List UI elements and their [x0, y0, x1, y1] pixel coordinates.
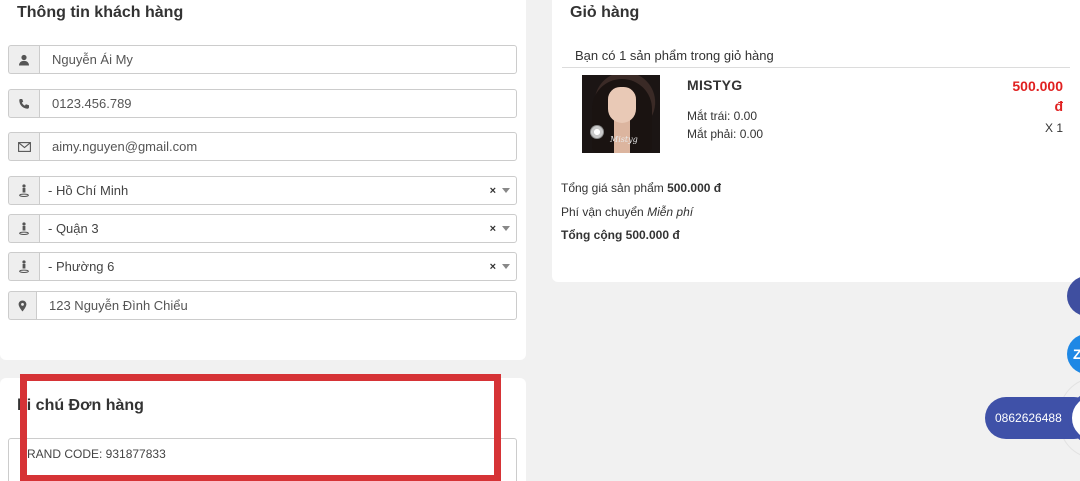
province-value: - Hồ Chí Minh [48, 183, 129, 198]
chevron-down-icon[interactable] [502, 264, 510, 269]
zalo-icon: Z [1073, 346, 1080, 362]
checkout-page: Thông tin khách hàng Nguyễn Ái My 0123.4… [0, 0, 1080, 481]
district-field-group: - Quận 3 × [8, 214, 517, 243]
cart-divider [562, 67, 1070, 68]
street-view-icon [8, 252, 39, 281]
highlight-box [20, 374, 501, 481]
chevron-down-icon[interactable] [502, 188, 510, 193]
product-left-eye: Mắt trái: 0.00 [687, 109, 758, 123]
email-input[interactable]: aimy.nguyen@gmail.com [39, 132, 517, 161]
ward-value: - Phường 6 [48, 259, 115, 274]
name-field-group: Nguyễn Ái My [8, 45, 517, 74]
chevron-down-icon[interactable] [502, 226, 510, 231]
total-line: Tổng cộng 500.000 đ [561, 228, 680, 242]
envelope-icon [8, 132, 39, 161]
phone-icon [8, 89, 39, 118]
customer-info-title: Thông tin khách hàng [17, 4, 184, 21]
street-view-icon [8, 176, 39, 205]
shipping-value: Miễn phí [647, 205, 694, 219]
subtotal-label: Tổng giá sản phẩm [561, 181, 664, 195]
district-value: - Quận 3 [48, 221, 99, 236]
street-view-icon [8, 214, 39, 243]
cart-subtitle: Bạn có 1 sản phẩm trong giỏ hàng [575, 48, 774, 63]
subtotal-value: 500.000 đ [667, 181, 722, 195]
map-marker-icon [8, 291, 36, 320]
phone-field-group: 0123.456.789 [8, 89, 517, 118]
product-price-value: 500.000 [1012, 78, 1063, 94]
product-price: 500.000 đ [990, 76, 1063, 116]
product-price-currency: đ [1054, 98, 1063, 114]
address-field-group: 123 Nguyễn Đình Chiểu [8, 291, 517, 320]
floating-button[interactable] [1067, 276, 1080, 316]
address-input[interactable]: 123 Nguyễn Đình Chiểu [36, 291, 517, 320]
subtotal-line: Tổng giá sản phẩm 500.000 đ [561, 181, 721, 195]
name-input[interactable]: Nguyễn Ái My [39, 45, 517, 74]
product-image[interactable]: Mistyg [582, 75, 660, 153]
hotline-number: 0862626488 [995, 411, 1062, 425]
shipping-line: Phí vận chuyển Miễn phí [561, 205, 693, 219]
district-select[interactable]: - Quận 3 × [39, 214, 517, 243]
province-field-group: - Hồ Chí Minh × [8, 176, 517, 205]
ward-clear-icon[interactable]: × [490, 261, 496, 273]
contact-lens-icon [590, 125, 604, 139]
total-text: Tổng cộng 500.000 đ [561, 228, 680, 242]
hotline-button[interactable]: 0862626488 [985, 397, 1080, 439]
product-name[interactable]: MISTYG [687, 77, 742, 93]
ward-field-group: - Phường 6 × [8, 252, 517, 281]
province-clear-icon[interactable]: × [490, 185, 496, 197]
ward-select[interactable]: - Phường 6 × [39, 252, 517, 281]
shipping-label: Phí vận chuyển [561, 205, 644, 219]
zalo-button[interactable]: Z [1067, 334, 1080, 374]
product-quantity: X 1 [1044, 121, 1063, 135]
email-field-group: aimy.nguyen@gmail.com [8, 132, 517, 161]
province-select[interactable]: - Hồ Chí Minh × [39, 176, 517, 205]
phone-input[interactable]: 0123.456.789 [39, 89, 517, 118]
product-image-signature: Mistyg [610, 135, 638, 144]
district-clear-icon[interactable]: × [490, 223, 496, 235]
cart-title: Giỏ hàng [570, 4, 640, 21]
product-right-eye: Mắt phải: 0.00 [687, 127, 764, 141]
user-icon [8, 45, 39, 74]
